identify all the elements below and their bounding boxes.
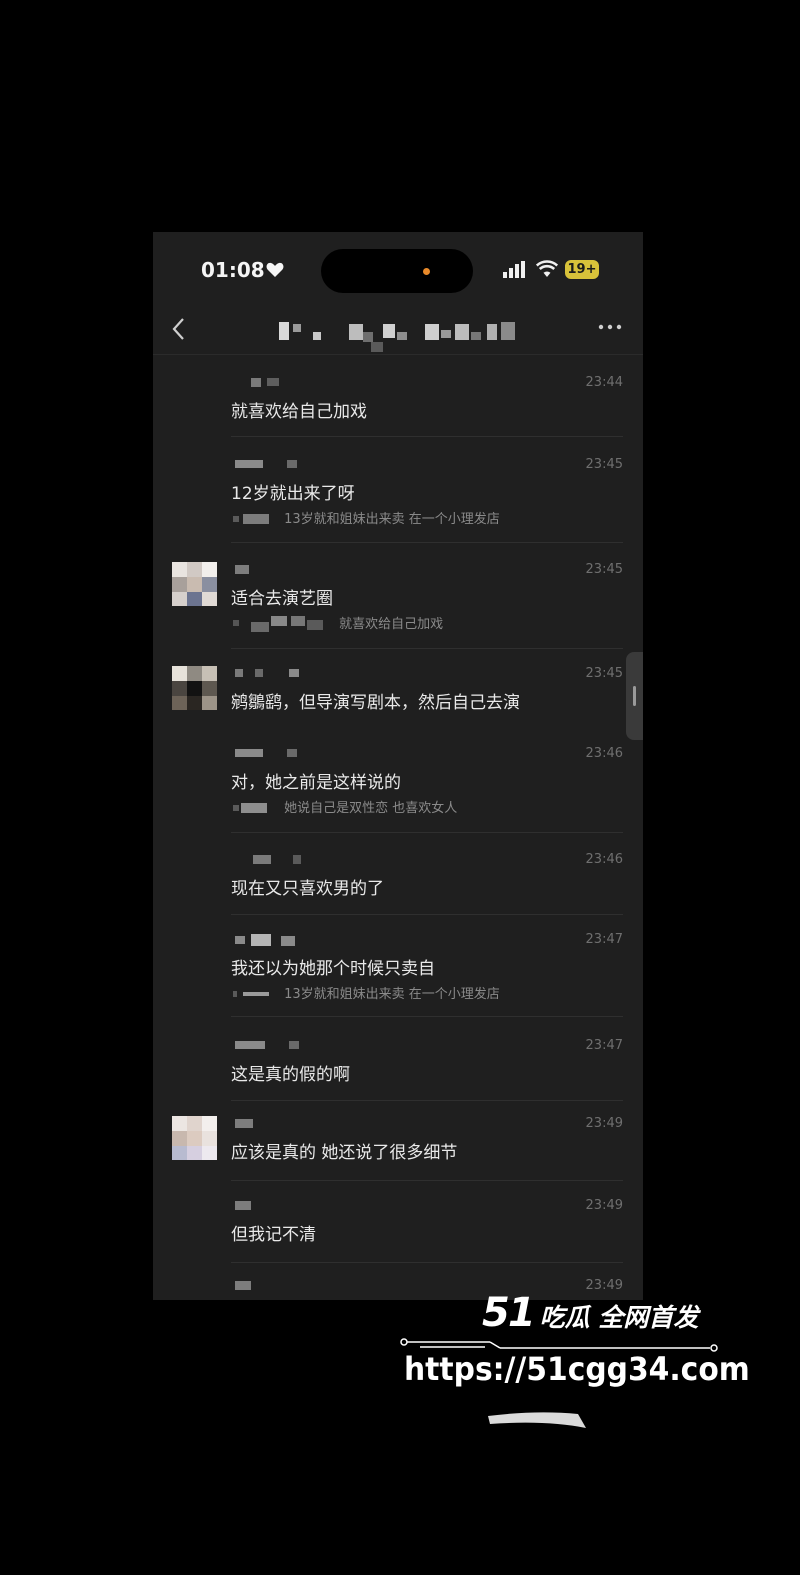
sender-name-pixelated [235, 1201, 251, 1210]
quoted-reply[interactable]: 就喜欢给自己加戏 [231, 612, 443, 632]
quoted-sender-pixelated [233, 990, 269, 997]
screenshot-frame: 01:08 19+ 23:44 就喜欢给自己加戏 23:45 12岁就出来了呀 … [0, 0, 800, 1575]
message-timestamp: 23:49 [585, 1198, 623, 1213]
quoted-sender-pixelated [233, 513, 269, 524]
message-text[interactable]: 就喜欢给自己加戏 [231, 397, 367, 422]
wifi-icon [536, 260, 558, 277]
chat-header [153, 302, 643, 355]
message-timestamp: 23:46 [585, 746, 623, 761]
message-text[interactable]: 现在又只喜欢男的了 [231, 874, 384, 899]
message-divider [231, 914, 623, 915]
quoted-text: 13岁就和姐妹出来卖 在一个小理发店 [284, 512, 500, 527]
message-timestamp: 23:45 [585, 562, 623, 577]
watermark-url: https://51cgg34.com [404, 1350, 750, 1388]
message-text[interactable]: 适合去演艺圈 [231, 584, 333, 609]
message-text[interactable]: 鹓鶵鹞，但导演写剧本，然后自己去演 [231, 688, 520, 713]
watermark-brand-tagline: 吃瓜 全网首发 [539, 1303, 699, 1332]
quoted-reply[interactable]: 13岁就和姐妹出来卖 在一个小理发店 [231, 507, 500, 527]
light-glare [488, 1412, 586, 1428]
chat-title-pixelated [279, 322, 515, 352]
message-timestamp: 23:49 [585, 1116, 623, 1131]
sender-name-pixelated [235, 1041, 299, 1049]
avatar[interactable] [172, 666, 217, 710]
sender-name-pixelated [235, 1119, 253, 1128]
signal-icon [503, 261, 525, 278]
scroll-handle[interactable] [626, 652, 643, 740]
sender-name-pixelated [235, 749, 297, 757]
quoted-sender-pixelated [233, 802, 267, 813]
battery-badge: 19+ [565, 260, 599, 279]
message-divider [231, 1180, 623, 1181]
sender-name-pixelated [253, 855, 301, 864]
message-divider [231, 832, 623, 833]
status-bar: 01:08 19+ [153, 232, 643, 312]
message-divider [231, 436, 623, 437]
quoted-text: 她说自己是双性恋 也喜欢女人 [284, 801, 458, 816]
message-divider [231, 1262, 623, 1263]
message-divider [231, 1100, 623, 1101]
message-text[interactable]: 12岁就出来了呀 [231, 479, 355, 504]
sender-name-pixelated [235, 1281, 251, 1290]
sender-name-pixelated [251, 378, 279, 387]
recording-dot-icon [423, 268, 430, 275]
quoted-sender-pixelated [233, 615, 323, 632]
message-timestamp: 23:47 [585, 1038, 623, 1053]
message-text[interactable]: 这是真的假的啊 [231, 1060, 350, 1085]
message-timestamp: 23:45 [585, 666, 623, 681]
sender-name-pixelated [235, 460, 297, 468]
quoted-reply[interactable]: 13岁就和姐妹出来卖 在一个小理发店 [231, 982, 500, 1002]
message-text[interactable]: 但我记不清 [231, 1220, 316, 1245]
sender-name-pixelated [235, 565, 249, 574]
sender-name-pixelated [235, 669, 299, 677]
status-time: 01:08 [201, 258, 265, 282]
message-text[interactable]: 应该是真的 她还说了很多细节 [231, 1138, 457, 1163]
message-divider [231, 542, 623, 543]
message-timestamp: 23:47 [585, 932, 623, 947]
message-divider [231, 1016, 623, 1017]
more-options-icon[interactable] [597, 322, 623, 332]
quoted-reply[interactable]: 她说自己是双性恋 也喜欢女人 [231, 796, 457, 816]
message-text[interactable]: 我还以为她那个时候只卖自 [231, 954, 435, 979]
quoted-text: 13岁就和姐妹出来卖 在一个小理发店 [284, 987, 500, 1002]
message-timestamp: 23:46 [585, 852, 623, 867]
message-timestamp: 23:44 [585, 375, 623, 390]
heart-icon [266, 262, 284, 277]
watermark-brand-number: 51 [482, 1290, 536, 1336]
sender-name-pixelated [235, 934, 295, 946]
phone-screen: 01:08 19+ 23:44 就喜欢给自己加戏 23:45 12岁就出来了呀 … [153, 232, 643, 1300]
message-timestamp: 23:45 [585, 457, 623, 472]
quoted-text: 就喜欢给自己加戏 [339, 617, 444, 632]
watermark-brand: 51 吃瓜 全网首发 [482, 1290, 698, 1336]
back-icon[interactable] [169, 316, 191, 342]
message-text[interactable]: 对，她之前是这样说的 [231, 768, 401, 793]
dynamic-island [321, 249, 473, 293]
message-divider [231, 648, 623, 649]
avatar[interactable] [172, 562, 217, 606]
avatar[interactable] [172, 1116, 217, 1160]
